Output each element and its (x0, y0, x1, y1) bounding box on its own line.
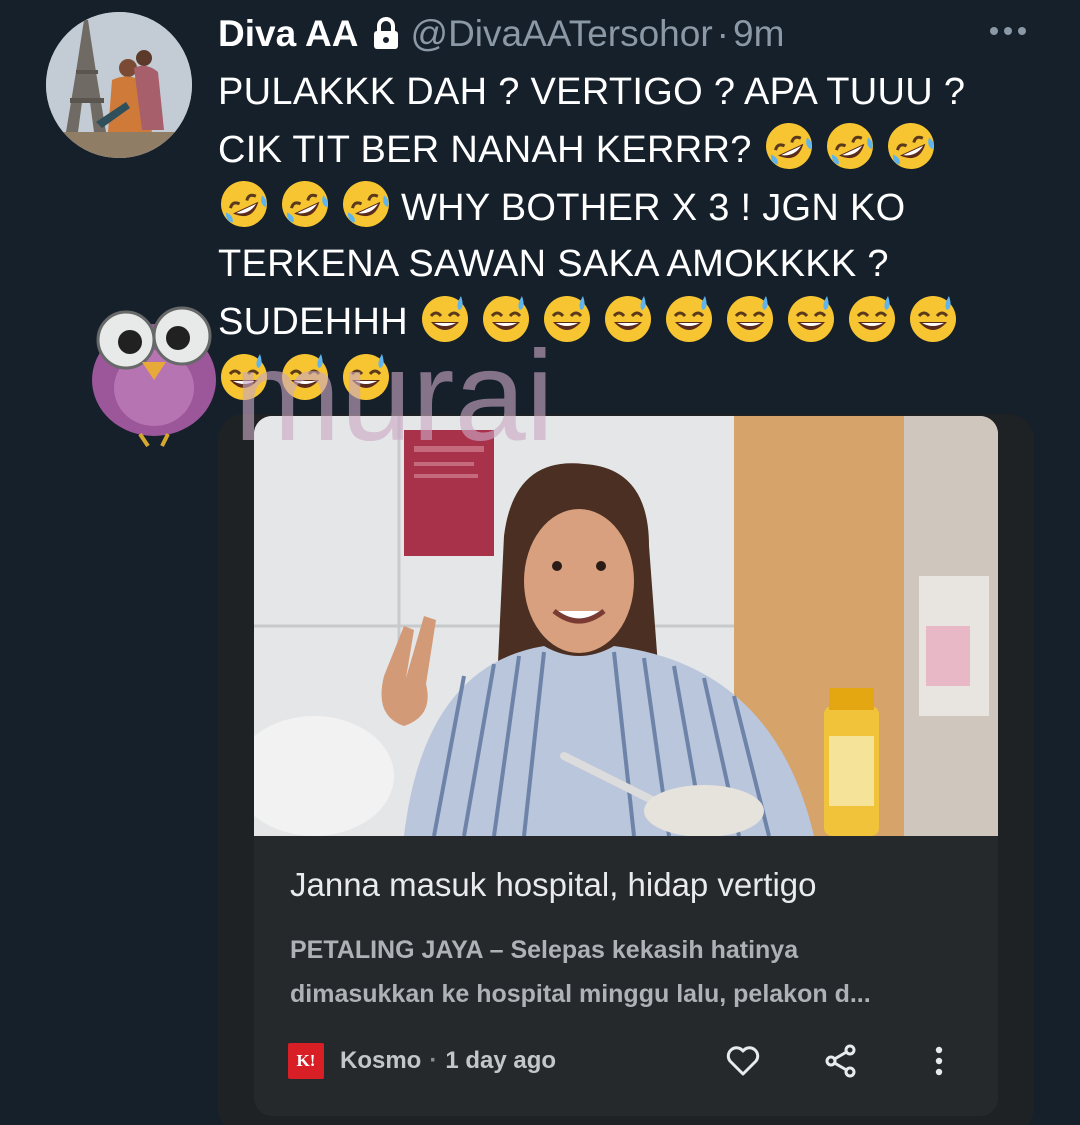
sweat-smile-emoji-icon (846, 292, 898, 344)
more-vertical-icon[interactable] (920, 1042, 958, 1080)
news-card[interactable]: Janna masuk hospital, hidap vertigo PETA… (254, 416, 998, 1116)
news-snippet-line: dimasukkan ke hospital minggu lalu, pela… (290, 980, 871, 1008)
handle[interactable]: @DivaAATersohor (411, 13, 713, 55)
news-photo (254, 416, 998, 836)
news-footer: K! Kosmo · 1 day ago (288, 1038, 978, 1084)
rofl-emoji-icon (885, 120, 937, 172)
kosmo-logo-icon: K! (288, 1043, 324, 1079)
heart-icon[interactable] (724, 1042, 762, 1080)
source-name[interactable]: Kosmo (340, 1047, 421, 1075)
tweet-text-line: TERKENA SAWAN SAKA AMOKKKK ? (218, 236, 1038, 292)
rofl-emoji-icon (218, 178, 270, 230)
news-snippet: PETALING JAYA – Selepas kekasih hatinya … (290, 928, 970, 1016)
sweat-smile-emoji-icon (340, 350, 392, 402)
tweet-text-line: PULAKKK DAH ? VERTIGO ? APA TUUU ? (218, 64, 1038, 120)
tweet-text-segment: PULAKKK DAH ? VERTIGO ? APA TUUU ? (218, 71, 966, 113)
sweat-smile-emoji-icon (279, 350, 331, 402)
tweet-text: PULAKKK DAH ? VERTIGO ? APA TUUU ? CIK T… (218, 64, 1038, 408)
avatar[interactable] (46, 12, 192, 158)
tweet-text-segment: SUDEHHH (218, 301, 409, 343)
rofl-emoji-icon (824, 120, 876, 172)
rofl-emoji-icon (340, 178, 392, 230)
more-horizontal-icon[interactable] (986, 18, 1030, 44)
news-snippet-line: PETALING JAYA – Selepas kekasih hatinya (290, 936, 799, 964)
sweat-smile-emoji-icon (907, 292, 959, 344)
sweat-smile-emoji-icon (419, 292, 471, 344)
sweat-smile-emoji-icon (480, 292, 532, 344)
tweet-text-line: SUDEHHH (218, 292, 1038, 350)
sweat-smile-emoji-icon (724, 292, 776, 344)
tweet-text-line: CIK TIT BER NANAH KERRR? (218, 120, 1038, 178)
news-actions (724, 1038, 958, 1084)
tweet-text-line: WHY BOTHER X 3 ! JGN KO (218, 178, 1038, 236)
sweat-smile-emoji-icon (218, 350, 270, 402)
display-name[interactable]: Diva AA (218, 13, 359, 55)
rofl-emoji-icon (279, 178, 331, 230)
news-age: 1 day ago (445, 1047, 557, 1074)
share-icon[interactable] (822, 1042, 860, 1080)
sweat-smile-emoji-icon (785, 292, 837, 344)
sweat-smile-emoji-icon (541, 292, 593, 344)
avatar-image (46, 12, 192, 158)
owl-icon (92, 306, 216, 448)
tweet-text-segment: CIK TIT BER NANAH KERRR? (218, 129, 752, 171)
tweet-text-segment: WHY BOTHER X 3 ! JGN KO (401, 187, 906, 229)
timestamp[interactable]: 9m (733, 13, 784, 55)
link-card[interactable]: Janna masuk hospital, hidap vertigo PETA… (218, 414, 1034, 1125)
header-separator: · (716, 13, 729, 54)
tweet-header: Diva AA @DivaAATersohor · 9m (218, 10, 784, 58)
news-headline[interactable]: Janna masuk hospital, hidap vertigo (290, 866, 817, 904)
lock-icon (371, 17, 401, 51)
rofl-emoji-icon (763, 120, 815, 172)
footer-separator: · (429, 1047, 438, 1074)
sweat-smile-emoji-icon (663, 292, 715, 344)
tweet-text-line (218, 350, 1038, 408)
sweat-smile-emoji-icon (602, 292, 654, 344)
tweet: Diva AA @DivaAATersohor · 9m PULAKKK DAH… (0, 0, 1080, 1125)
tweet-text-segment: TERKENA SAWAN SAKA AMOKKKK ? (218, 243, 889, 285)
